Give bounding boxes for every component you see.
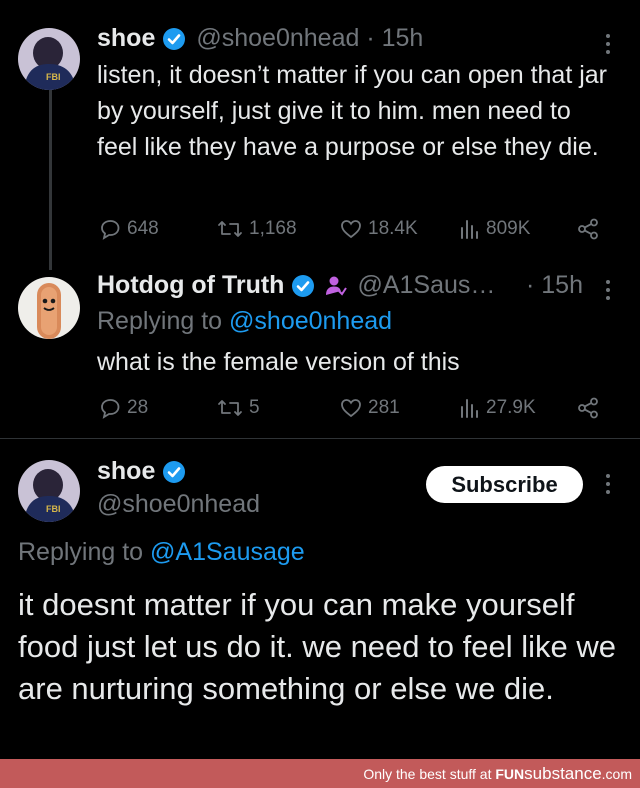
tweet3-replying-to: Replying to @A1Sausage xyxy=(18,538,305,567)
tweet2-handle[interactable]: @A1Saus… xyxy=(357,271,495,300)
tweet2-author-name[interactable]: Hotdog of Truth xyxy=(97,271,284,300)
affiliate-badge-icon xyxy=(325,274,348,298)
tweet1-author-name[interactable]: shoe xyxy=(97,24,155,53)
replying-to-mention[interactable]: @A1Sausage xyxy=(150,538,305,566)
share-button[interactable] xyxy=(576,396,600,420)
views-icon xyxy=(461,399,478,418)
views-count: 27.9K xyxy=(486,397,536,418)
avatar-hotdog[interactable] xyxy=(18,277,80,339)
avatar-shoe[interactable]: FBI xyxy=(18,460,80,522)
like-button[interactable]: 281 xyxy=(339,396,400,420)
views-count: 809K xyxy=(486,218,531,239)
views-button[interactable]: 27.9K xyxy=(459,396,536,420)
watermark-bar: Only the best stuff at FUNsubstance.com xyxy=(0,759,640,788)
like-count: 281 xyxy=(368,397,400,418)
verified-badge-icon xyxy=(162,27,186,51)
more-icon[interactable] xyxy=(603,280,613,304)
reply-button[interactable]: 648 xyxy=(98,217,159,241)
share-icon xyxy=(578,218,598,240)
watermark-prefix: Only the best stuff at xyxy=(363,766,496,782)
subscribe-button[interactable]: Subscribe xyxy=(426,466,583,503)
replying-to-label: Replying to xyxy=(18,538,151,566)
like-button[interactable]: 18.4K xyxy=(339,217,418,241)
tweet2-time[interactable]: · 15h xyxy=(526,271,583,300)
repost-count: 1,168 xyxy=(249,218,297,239)
views-button[interactable]: 809K xyxy=(459,217,530,241)
verified-badge-icon xyxy=(291,274,315,298)
replying-to-mention[interactable]: @shoe0nhead xyxy=(229,307,392,335)
views-icon xyxy=(461,220,478,239)
repost-icon xyxy=(218,221,242,237)
tweet3-author-name[interactable]: shoe xyxy=(97,457,155,486)
like-icon xyxy=(341,399,361,418)
watermark-text: Only the best stuff at FUNsubstance.com xyxy=(363,764,632,784)
tweet3-handle[interactable]: @shoe0nhead xyxy=(97,490,260,519)
tweet1-handle-time[interactable]: @shoe0nhead · 15h xyxy=(196,24,423,53)
reply-count: 648 xyxy=(127,218,159,239)
repost-button[interactable]: 1,168 xyxy=(216,217,297,241)
replying-to-label: Replying to xyxy=(97,307,230,335)
like-icon xyxy=(341,220,361,239)
reply-button[interactable]: 28 xyxy=(98,396,148,420)
tweet1-header: shoe @shoe0nhead · 15h xyxy=(97,24,423,53)
share-icon xyxy=(578,397,598,419)
more-icon[interactable] xyxy=(603,34,613,58)
avatar-shoe[interactable]: FBI xyxy=(18,28,80,90)
watermark-brand-bold: FUN xyxy=(495,766,525,782)
svg-text:FBI: FBI xyxy=(46,72,61,82)
watermark-brand-rest: substance xyxy=(524,764,602,783)
like-count: 18.4K xyxy=(368,218,418,239)
repost-button[interactable]: 5 xyxy=(216,396,260,420)
repost-count: 5 xyxy=(249,397,260,418)
tweet3-text: it doesnt matter if you can make yoursel… xyxy=(18,587,616,706)
tweet3-header: shoe xyxy=(97,457,186,486)
tweet2-header: Hotdog of Truth @A1Saus… xyxy=(97,271,495,300)
watermark-suffix: .com xyxy=(601,766,632,782)
tweet1-text: listen, it doesn’t matter if you can ope… xyxy=(97,61,607,161)
divider xyxy=(0,438,640,439)
verified-badge-icon xyxy=(162,460,186,484)
more-icon[interactable] xyxy=(603,474,613,498)
tweet2-replying-to: Replying to @shoe0nhead xyxy=(97,307,392,336)
svg-text:FBI: FBI xyxy=(46,504,61,514)
thread-connector-line xyxy=(49,80,52,270)
reply-icon xyxy=(101,220,120,240)
tweet2-text: what is the female version of this xyxy=(97,348,460,376)
repost-icon xyxy=(218,400,242,416)
share-button[interactable] xyxy=(576,217,600,241)
reply-icon xyxy=(101,399,120,419)
reply-count: 28 xyxy=(127,397,149,418)
